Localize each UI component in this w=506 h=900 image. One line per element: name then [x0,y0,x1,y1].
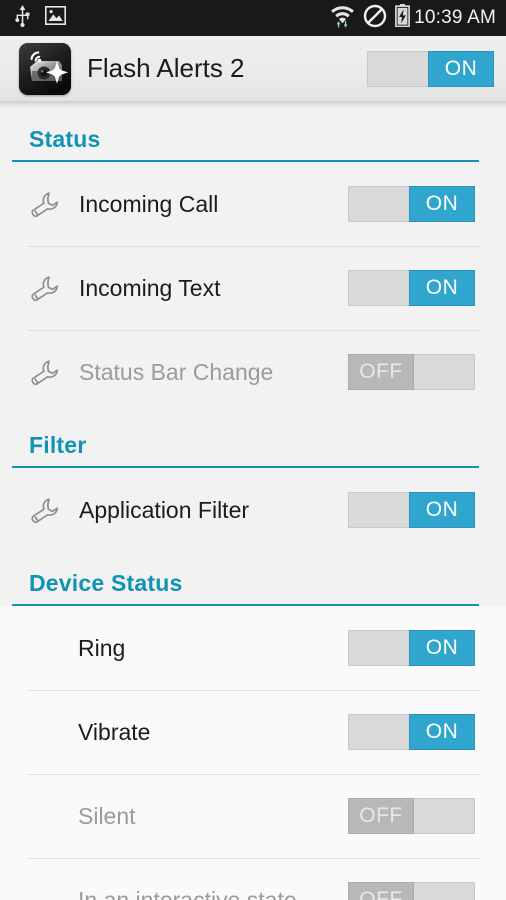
status-bar-right-icons [330,3,411,33]
row-divider [27,774,480,775]
section-header-device-status: Device Status [0,552,506,606]
section-rows-device-status: Ring ON Vibrate ON Silent OFF In an interactiv… [0,606,506,900]
battery-charging-icon [395,4,411,32]
setting-row-incoming-call[interactable]: Incoming Call ON [0,162,506,246]
setting-row-silent[interactable]: Silent OFF [0,774,506,858]
setting-row-application-filter[interactable]: Application Filter ON [0,468,506,552]
status-bar-clock: 10:39 AM [414,7,496,28]
setting-toggle[interactable]: OFF [348,798,475,834]
app-title: Flash Alerts 2 [87,53,245,83]
setting-toggle[interactable]: ON [348,186,475,222]
setting-label: Ring [78,634,126,661]
flash-alerts-app-icon [19,42,71,95]
setting-label: Vibrate [78,718,151,745]
settings-list[interactable]: Status Incoming Call ON Incoming Text ON Stat… [0,108,506,900]
wifi-icon [330,3,355,33]
row-divider [27,246,480,247]
wrench-icon [27,358,61,386]
master-toggle[interactable]: ON [367,50,494,87]
setting-toggle[interactable]: ON [348,714,475,750]
wrench-icon [27,274,61,302]
setting-label: Incoming Call [79,190,219,217]
setting-toggle[interactable]: OFF [348,354,475,390]
setting-toggle[interactable]: ON [348,492,475,528]
setting-toggle-label: ON [409,714,475,750]
section-title: Filter [29,432,87,458]
setting-toggle-label: ON [409,186,475,222]
row-divider [27,858,480,859]
status-bar-left-icons [14,4,66,32]
usb-icon [14,4,31,32]
row-divider [27,690,480,691]
setting-label: Silent [78,802,136,829]
section-rows-status: Incoming Call ON Incoming Text ON Status Bar… [0,162,506,414]
setting-toggle-label: ON [409,630,475,666]
setting-toggle-label: ON [409,492,475,528]
setting-row-vibrate[interactable]: Vibrate ON [0,690,506,774]
setting-row-in-an-interactive-state[interactable]: In an interactive state OFF [0,858,506,900]
section-header-status: Status [0,108,506,162]
setting-toggle-label: ON [409,270,475,306]
section-header-filter: Filter [0,414,506,468]
setting-toggle[interactable]: ON [348,270,475,306]
setting-toggle-label: OFF [348,354,414,390]
setting-label: Application Filter [79,496,250,523]
setting-label: Status Bar Change [79,358,274,385]
setting-label: Incoming Text [79,274,221,301]
status-bar: 10:39 AM [0,0,506,36]
setting-row-status-bar-change[interactable]: Status Bar Change OFF [0,330,506,414]
row-divider [27,330,480,331]
setting-row-incoming-text[interactable]: Incoming Text ON [0,246,506,330]
wrench-icon [27,190,61,218]
section-title: Device Status [29,570,183,596]
setting-toggle-label: OFF [348,798,414,834]
wrench-icon [27,496,61,524]
section-rows-filter: Application Filter ON [0,468,506,552]
setting-toggle[interactable]: ON [348,630,475,666]
app-header: Flash Alerts 2 ON [0,36,506,102]
section-title: Status [29,126,101,152]
setting-toggle[interactable]: OFF [348,882,475,900]
setting-row-ring[interactable]: Ring ON [0,606,506,690]
setting-label: In an interactive state [78,886,297,900]
do-not-disturb-icon [363,4,387,33]
image-icon [45,6,66,30]
setting-toggle-label: OFF [348,882,414,900]
master-toggle-label: ON [428,50,494,87]
